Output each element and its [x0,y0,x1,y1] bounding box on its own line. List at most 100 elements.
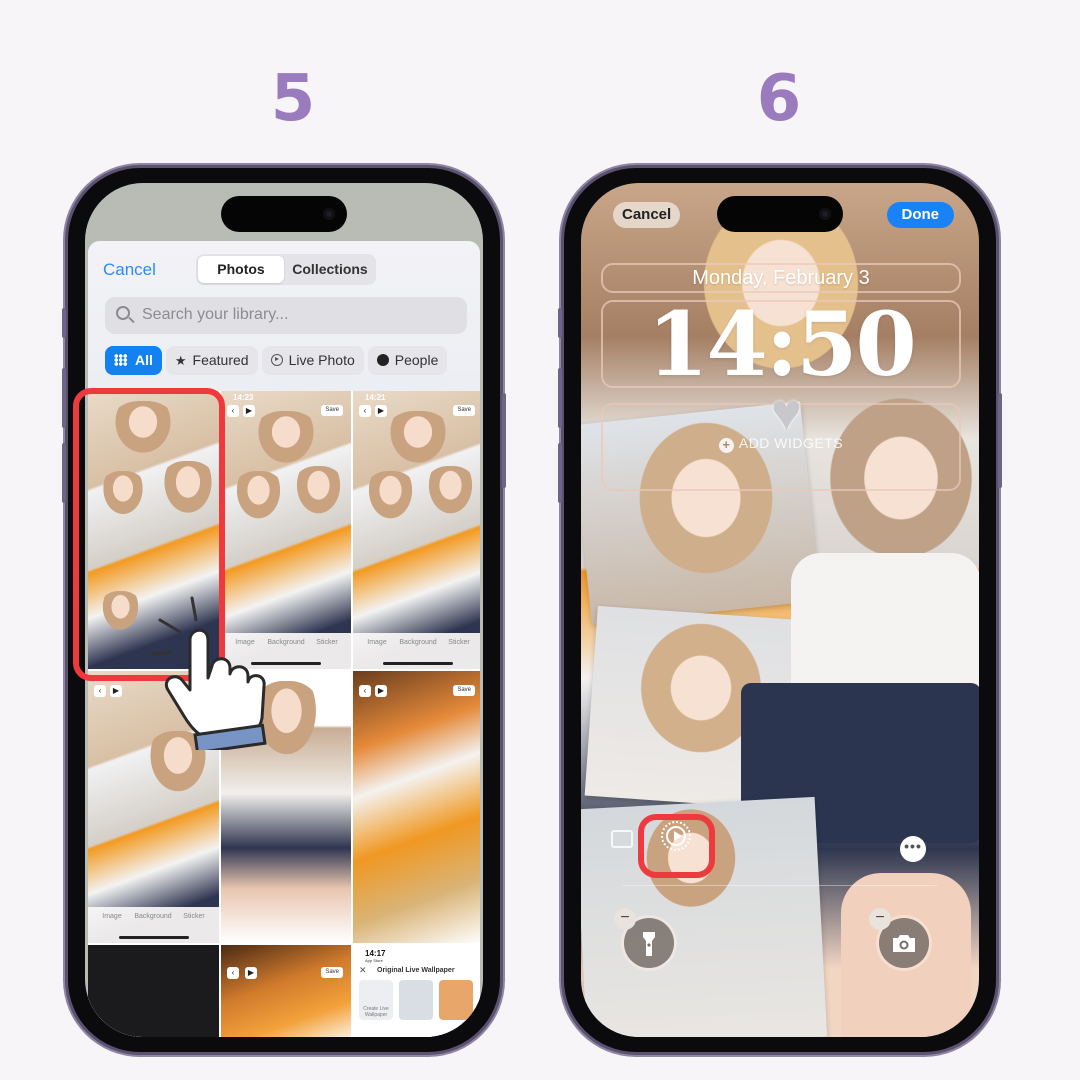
home-indicator [383,662,453,665]
segmented-control: Photos Collections [196,254,376,285]
toolbar-sticker-label: Sticker [316,639,338,646]
grid-icon [114,354,127,366]
toolbar-image-label: Image [367,639,387,646]
back-icon: ‹ [227,405,239,417]
play-icon: ▶ [245,967,257,979]
thumbnail-image [231,471,286,526]
back-icon: ‹ [227,967,239,979]
panel-title: Original Live Wallpaper [377,967,455,974]
back-icon: ‹ [94,685,106,697]
star-icon: ★ [174,353,187,368]
thumbnail-image [291,466,346,521]
editor-toolbar: Image Background Sticker [353,633,480,669]
save-button: Save [453,685,475,696]
photo-gallery-icon[interactable] [611,830,633,848]
toolbar-background-label: Background [134,913,172,920]
save-button: Save [321,405,343,416]
play-icon: ▶ [375,405,387,417]
play-icon: ▶ [110,685,122,697]
thumbnail-image [383,411,453,471]
side-button [502,393,506,488]
done-button[interactable]: Done [886,202,954,228]
date-widget[interactable]: Monday, February 3 [601,263,961,293]
volume-up-button [558,368,562,428]
back-icon: ‹ [359,405,371,417]
back-icon: ‹ [359,685,371,697]
wallpaper-card [399,980,433,1020]
date-text: Monday, February 3 [692,267,870,289]
cancel-button[interactable]: Cancel [103,260,156,280]
search-input[interactable]: Search your library... [105,297,467,334]
thumbnail-image [423,466,478,521]
close-icon: ✕ [359,965,367,975]
remove-shortcut-icon[interactable]: − [869,908,891,930]
picker-header: Cancel Photos Collections Search your li… [88,241,480,391]
panel-back-label: App Store [365,958,383,963]
filter-label: All [135,352,153,368]
heart-decoration-icon: ♥ [771,384,802,442]
wallpaper-card [439,980,473,1020]
tab-collections[interactable]: Collections [286,256,374,283]
filter-label: Featured [192,352,249,368]
filter-people[interactable]: People [367,346,448,375]
more-options-button[interactable]: ••• [900,836,926,862]
photo-thumbnail[interactable] [88,945,219,1037]
front-camera [323,208,335,220]
tab-photos[interactable]: Photos [198,256,284,283]
save-button: Save [321,967,343,978]
tap-hand-icon [150,596,267,750]
panel-time: 14:17 [365,949,386,958]
filter-label: People [394,352,439,368]
home-indicator [118,936,189,939]
filter-chips: All ★ Featured Live Photo People [105,346,451,375]
editor-toolbar: Image Background Sticker [88,907,219,943]
play-icon: ▶ [375,685,387,697]
photo-thumbnail[interactable]: 14:21 ‹ ▶ Save Image Background Sticker [353,391,480,669]
step-number-6: 6 [756,62,802,136]
clock-widget[interactable]: 14:50 [601,300,961,388]
dynamic-island [717,196,843,232]
filter-featured[interactable]: ★ Featured [165,346,258,375]
thumbnail-image [251,411,321,471]
live-wallpaper-screenshot[interactable]: 14:17 App Store ✕ Original Live Wallpape… [353,945,480,1037]
thumbnail-image [363,471,418,526]
toolbar-sticker-label: Sticker [183,913,205,920]
camera-icon [893,935,915,952]
filter-live-photo[interactable]: Live Photo [261,346,364,375]
create-label: Create Live Wallpaper [363,1006,389,1018]
plus-icon: + [718,438,734,453]
toolbar-background-label: Background [399,639,437,646]
phone-frame-step-6: Cancel Done Monday, February 3 14:50 ♥ +… [558,168,1002,1052]
volume-down-button [558,443,562,503]
search-placeholder: Search your library... [142,306,289,323]
save-button: Save [453,405,475,416]
remove-shortcut-icon[interactable]: − [614,908,636,930]
person-icon [376,354,389,366]
photo-thumbnail[interactable]: ‹ ▶ Save [353,671,480,943]
front-camera [819,208,831,220]
highlight-live-button [638,814,715,878]
filter-label: Live Photo [288,352,355,368]
step-number-5: 5 [270,62,316,136]
search-icon [116,306,130,320]
divider [623,885,937,886]
filter-all[interactable]: All [105,346,162,375]
volume-down-button [62,443,66,503]
thumbnail-time: 14:23 [233,393,254,402]
live-photo-icon [270,354,283,366]
side-button [998,393,1002,488]
toolbar-image-label: Image [102,913,122,920]
camera-shortcut[interactable]: − [869,908,929,968]
play-icon: ▶ [243,405,255,417]
lock-screen-editor: Cancel Done Monday, February 3 14:50 ♥ +… [581,183,979,1037]
flashlight-shortcut[interactable]: − [614,908,674,968]
toolbar-sticker-label: Sticker [448,639,470,646]
thumbnail-time: 14:21 [365,393,386,402]
action-button [558,308,562,338]
dynamic-island [221,196,347,232]
volume-up-button [62,368,66,428]
create-live-wallpaper-card: Create Live Wallpaper [359,980,393,1020]
cancel-button[interactable]: Cancel [613,202,681,228]
photo-thumbnail[interactable]: ‹ ▶ Save [221,945,351,1037]
action-button [62,308,66,338]
